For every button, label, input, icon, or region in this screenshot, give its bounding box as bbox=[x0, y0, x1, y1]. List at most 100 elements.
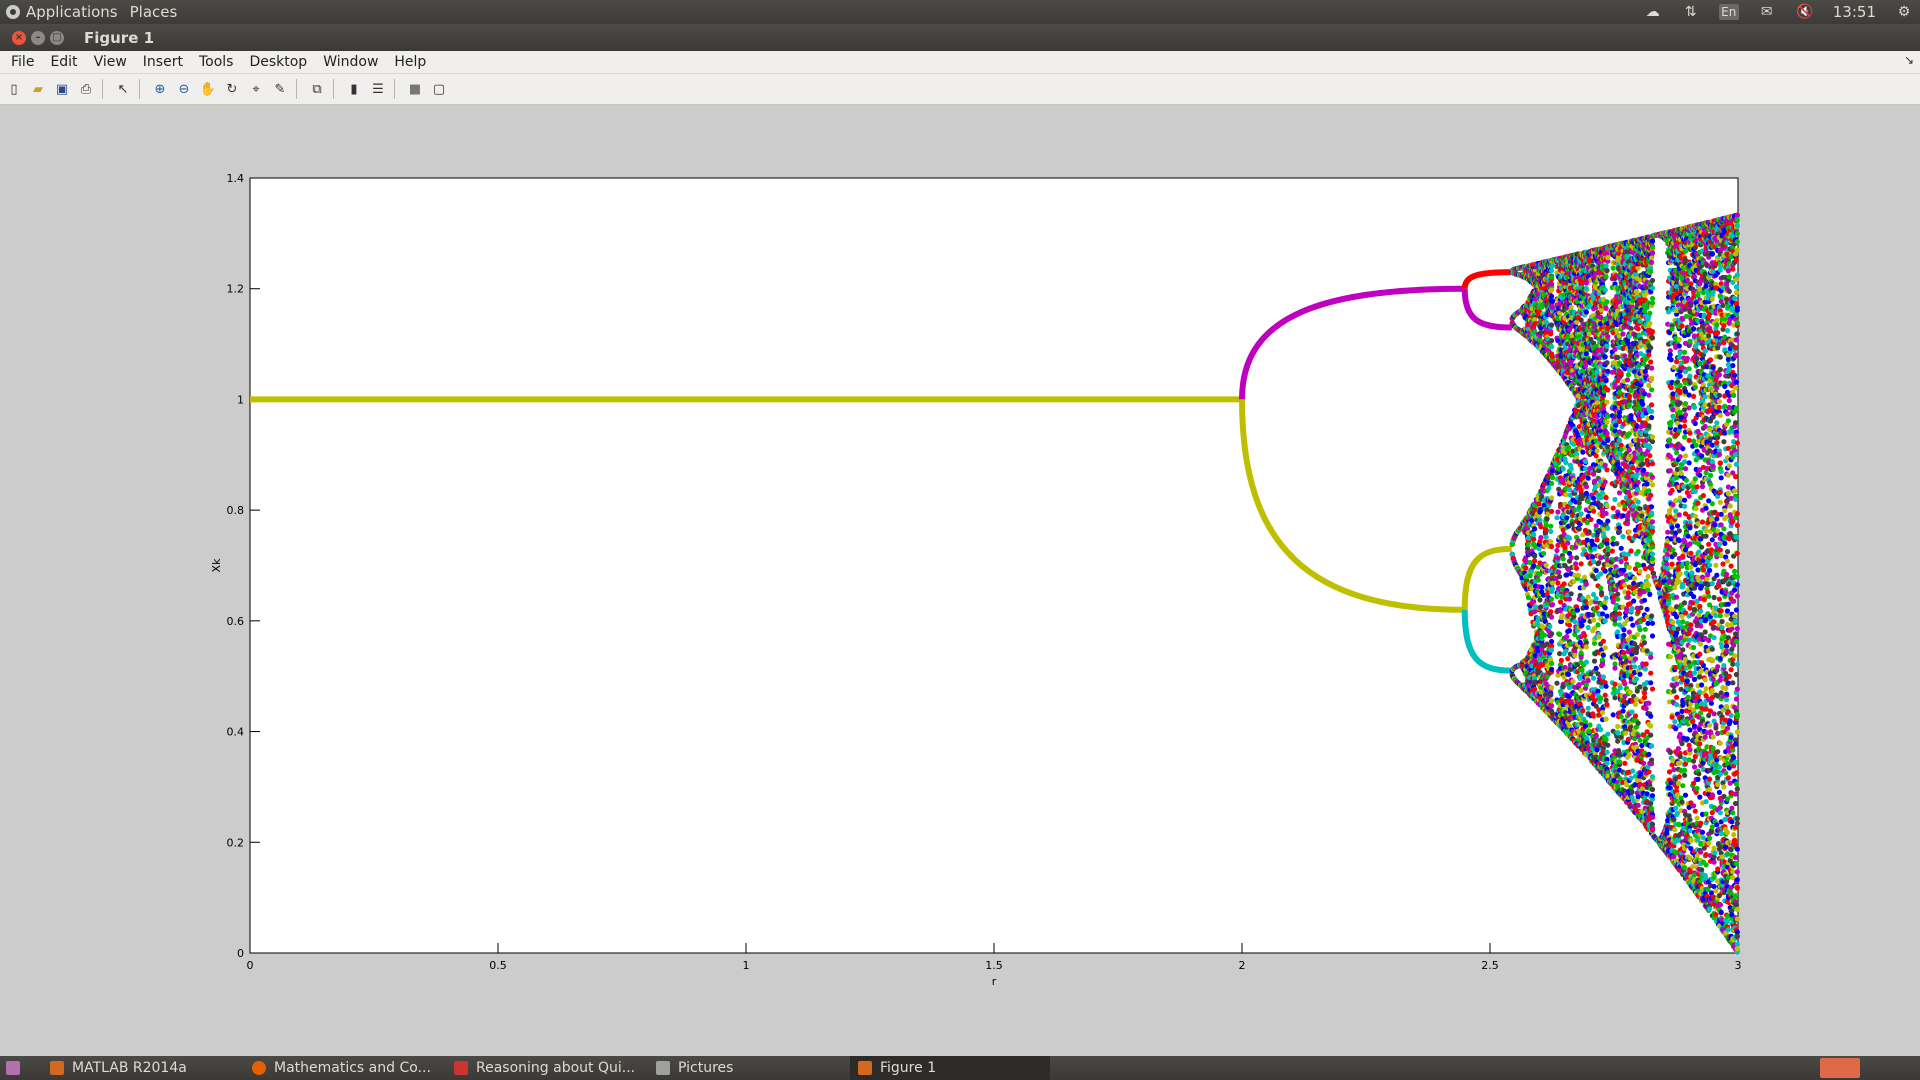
chaos-point bbox=[1591, 617, 1597, 623]
chaos-point bbox=[1583, 484, 1589, 490]
chaos-point bbox=[1531, 599, 1537, 605]
zoom-out-icon[interactable]: ⊖ bbox=[174, 79, 194, 99]
x-tick-label: 1.5 bbox=[985, 959, 1003, 972]
pointer-icon[interactable]: ↖ bbox=[113, 79, 133, 99]
chaos-point bbox=[1549, 322, 1555, 328]
menu-tools[interactable]: Tools bbox=[196, 54, 237, 70]
chaos-point bbox=[1602, 605, 1608, 611]
volume-icon[interactable]: 🔇 bbox=[1795, 4, 1815, 20]
new-figure-icon[interactable]: ▯ bbox=[4, 79, 24, 99]
weather-icon[interactable]: ☁ bbox=[1643, 4, 1663, 20]
data-cursor-icon[interactable]: ⌖ bbox=[246, 79, 266, 99]
menu-file[interactable]: File bbox=[8, 54, 37, 70]
open-icon[interactable]: ▰ bbox=[28, 79, 48, 99]
chaos-point bbox=[1541, 632, 1548, 638]
chaos-point bbox=[1574, 607, 1581, 613]
y-tick-label: 1.2 bbox=[227, 283, 245, 296]
x-tick-label: 3 bbox=[1735, 959, 1742, 972]
chaos-point bbox=[1570, 678, 1576, 684]
places-menu[interactable]: Places bbox=[130, 3, 178, 21]
dock-arrow-icon[interactable]: ↘ bbox=[1904, 53, 1914, 67]
chaos-point bbox=[1593, 596, 1599, 602]
rotate-icon[interactable]: ↻ bbox=[222, 79, 242, 99]
legend-icon[interactable]: ☰ bbox=[368, 79, 388, 99]
toolbar-separator bbox=[296, 79, 297, 99]
chaos-point bbox=[1595, 622, 1601, 628]
chaos-point bbox=[1599, 657, 1606, 663]
chaos-point bbox=[1549, 543, 1555, 550]
chaos-point bbox=[1580, 708, 1586, 714]
menu-help[interactable]: Help bbox=[391, 54, 429, 70]
menubar: File Edit View Insert Tools Desktop Wind… bbox=[0, 51, 1920, 74]
chaos-point bbox=[1548, 539, 1554, 545]
colorbar-icon[interactable]: ▮ bbox=[344, 79, 364, 99]
chaos-point bbox=[1549, 274, 1555, 280]
chaos-point bbox=[1564, 634, 1570, 640]
chaos-point bbox=[1605, 387, 1611, 393]
show-tools-icon[interactable]: ▢ bbox=[429, 79, 449, 99]
menu-window[interactable]: Window bbox=[320, 54, 381, 70]
x-tick-label: 2.5 bbox=[1481, 959, 1499, 972]
chaos-point bbox=[1535, 577, 1541, 583]
chaos-point bbox=[1566, 596, 1573, 602]
chaos-point bbox=[1600, 638, 1606, 644]
chaos-point bbox=[1559, 612, 1565, 618]
chaos-point bbox=[1548, 609, 1554, 615]
chaos-point bbox=[1557, 574, 1563, 580]
chaos-point bbox=[1549, 262, 1556, 269]
chaos-point bbox=[1604, 541, 1610, 547]
chaos-point bbox=[1605, 413, 1611, 419]
chaos-point bbox=[1579, 622, 1585, 629]
brush-icon[interactable]: ✎ bbox=[270, 79, 290, 99]
chaos-point bbox=[1548, 692, 1554, 698]
chaos-point bbox=[1549, 304, 1556, 311]
hide-tools-icon[interactable]: ■ bbox=[405, 79, 425, 99]
y-tick-label: 0.4 bbox=[227, 726, 245, 739]
save-icon[interactable]: ▣ bbox=[52, 79, 72, 99]
chaos-point bbox=[1566, 622, 1573, 628]
chaos-point bbox=[1603, 683, 1609, 689]
chaos-point bbox=[1532, 609, 1538, 615]
chaos-point bbox=[1557, 631, 1563, 638]
chaos-point bbox=[1568, 466, 1574, 472]
link-icon[interactable]: ⧉ bbox=[307, 79, 327, 99]
chaos-point bbox=[1532, 686, 1538, 692]
menu-insert[interactable]: Insert bbox=[140, 54, 186, 70]
chaos-point bbox=[1543, 562, 1549, 568]
chaos-point bbox=[1566, 486, 1573, 493]
minimize-icon[interactable]: – bbox=[31, 30, 45, 45]
maximize-icon[interactable]: □ bbox=[50, 30, 64, 45]
keyboard-icon[interactable]: En bbox=[1718, 4, 1739, 20]
chaos-point bbox=[1566, 535, 1573, 541]
chaos-point bbox=[1598, 555, 1604, 561]
menu-view[interactable]: View bbox=[91, 54, 130, 70]
ubuntu-logo-icon[interactable] bbox=[6, 5, 20, 19]
gear-icon[interactable]: ⚙ bbox=[1894, 4, 1914, 20]
close-icon[interactable]: × bbox=[12, 30, 26, 45]
chaos-point bbox=[1572, 652, 1578, 659]
chaos-point bbox=[1596, 560, 1602, 566]
menu-edit[interactable]: Edit bbox=[47, 54, 80, 70]
chaos-point bbox=[1549, 666, 1555, 673]
pan-icon[interactable]: ✋ bbox=[198, 79, 218, 99]
chaos-point bbox=[1549, 586, 1556, 592]
network-icon[interactable]: ⇅ bbox=[1681, 4, 1701, 20]
chaos-point bbox=[1537, 517, 1543, 523]
chaos-point bbox=[1563, 648, 1569, 654]
print-icon[interactable]: ⎙ bbox=[76, 79, 96, 99]
mail-icon[interactable]: ✉ bbox=[1757, 4, 1777, 20]
zoom-in-icon[interactable]: ⊕ bbox=[150, 79, 170, 99]
chaos-point bbox=[1544, 516, 1550, 522]
x-axis-label: r bbox=[992, 975, 997, 988]
chaos-point bbox=[1549, 475, 1556, 481]
bifurcation-plot[interactable]: 0 0.5 1 1.5 2 2.5 300.20.40.60.811.21.4rXk bbox=[0, 105, 1920, 1056]
chaos-point bbox=[1586, 729, 1592, 735]
clock[interactable]: 13:51 bbox=[1833, 3, 1876, 21]
chaos-point bbox=[1549, 638, 1555, 645]
chaos-point bbox=[1598, 695, 1604, 701]
chaos-point bbox=[1605, 742, 1611, 748]
x-tick-label: 1 bbox=[743, 959, 750, 972]
chaos-point bbox=[1605, 551, 1611, 557]
menu-desktop[interactable]: Desktop bbox=[246, 54, 310, 70]
applications-menu[interactable]: Applications bbox=[26, 3, 118, 21]
